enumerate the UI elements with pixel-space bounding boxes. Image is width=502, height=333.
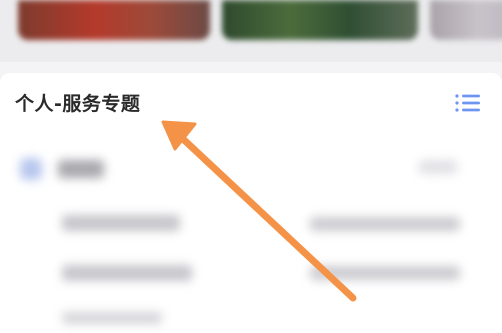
service-item[interactable]	[62, 265, 192, 281]
service-item[interactable]	[62, 215, 180, 231]
list-menu-icon-graphic	[455, 94, 480, 112]
banner-thumbnail[interactable]	[18, 0, 210, 40]
service-item[interactable]	[310, 266, 460, 280]
banner-carousel[interactable]	[0, 0, 502, 62]
banner-thumbnail[interactable]	[430, 0, 502, 40]
banner-thumbnail[interactable]	[222, 0, 418, 40]
service-item[interactable]	[62, 312, 162, 324]
list-menu-icon[interactable]	[454, 91, 482, 115]
service-item[interactable]	[310, 217, 460, 231]
section-title: 个人-服务专题	[15, 93, 141, 115]
screen: 个人-服务专题	[0, 0, 502, 333]
more-link[interactable]	[418, 160, 458, 174]
service-category-label	[58, 160, 104, 178]
service-category-icon	[20, 158, 42, 180]
